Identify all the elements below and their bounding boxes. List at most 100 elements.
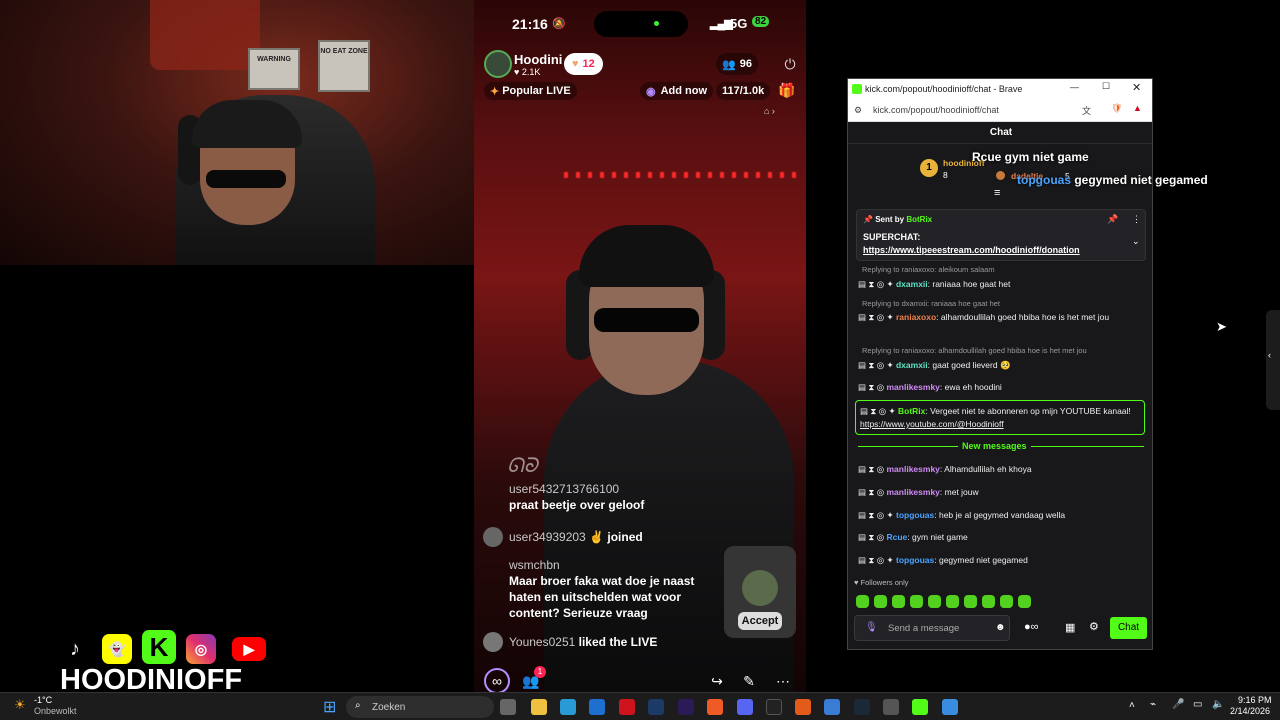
chat-username[interactable]: Rcue	[887, 532, 908, 542]
unpin-icon[interactable]: 📌	[1107, 214, 1118, 225]
store-icon[interactable]: ▦	[1065, 621, 1075, 634]
app-icon[interactable]	[795, 699, 811, 715]
chevron-up-icon[interactable]: ˄	[1129, 700, 1135, 711]
chat-username[interactable]: manlikesmky	[887, 464, 940, 474]
power-icon[interactable]: ⏻	[777, 51, 803, 77]
edit-icon[interactable]: ✎	[736, 668, 762, 692]
emote-icon[interactable]	[910, 595, 923, 608]
pinned-bot-name[interactable]: BotRix	[906, 215, 932, 224]
share-icon[interactable]: ↪	[704, 668, 730, 692]
link-icon[interactable]: ∞	[484, 668, 510, 692]
socials-banner: ♪ 👻 K ◎ ▶ HOODINIOFF	[58, 620, 278, 700]
rewards-icon[interactable]: ▲	[1133, 103, 1142, 113]
emote-icon[interactable]	[1018, 595, 1031, 608]
emote-icon[interactable]	[946, 595, 959, 608]
mic-icon[interactable]: 🎤	[1172, 699, 1184, 710]
clock-time[interactable]: 9:16 PM	[1238, 695, 1272, 705]
emote-icon[interactable]	[982, 595, 995, 608]
kicks-icon[interactable]: ●∞	[1024, 621, 1039, 633]
app-icon[interactable]	[824, 699, 840, 715]
chat-message: ▤ ⧗ ◎ ✦ dxamxii: raniaaa hoe gaat het	[858, 279, 1011, 289]
kick-icon[interactable]	[912, 699, 928, 715]
gift-icon[interactable]: 🎁	[778, 82, 795, 99]
emote-icon[interactable]	[1000, 595, 1013, 608]
follow-pill[interactable]: ♥ 12	[564, 53, 603, 75]
youtube-icon: ▶	[232, 637, 266, 661]
obs-icon[interactable]	[883, 699, 899, 715]
chat-link[interactable]: https://www.youtube.com/@Hoodinioff	[860, 419, 1004, 429]
capcut-icon[interactable]	[766, 699, 782, 715]
chat-username[interactable]: dxamxii	[896, 360, 928, 370]
add-now-pill[interactable]: ◉ Add now	[640, 82, 714, 100]
overlay-text: gegymed niet gegamed	[1074, 173, 1208, 187]
chat-username[interactable]: topgouas	[896, 510, 934, 520]
taskbar-search[interactable]: ⌕ Zoeken	[346, 696, 494, 718]
network-icon[interactable]: ⌁	[1150, 699, 1156, 710]
maximize-icon[interactable]: ☐	[1102, 81, 1110, 92]
pinned-more-icon[interactable]: ⋮	[1132, 214, 1141, 225]
more-icon[interactable]: ⋯	[770, 668, 796, 692]
accept-button[interactable]: Accept	[738, 612, 782, 630]
emote-icon[interactable]	[856, 595, 869, 608]
close-icon[interactable]: ✕	[1132, 81, 1141, 94]
host-name[interactable]: Hoodini	[514, 52, 562, 67]
display-icon[interactable]: ▭	[1193, 699, 1202, 710]
goal-pill[interactable]: 117/1.0k	[716, 82, 771, 100]
windows-start-icon[interactable]: ⊞	[323, 697, 336, 717]
expand-leaderboard-icon[interactable]: ≡	[994, 187, 1000, 199]
send-chat-button[interactable]: Chat	[1110, 617, 1147, 639]
task-view-icon[interactable]	[500, 699, 516, 715]
camera-dot	[654, 21, 659, 26]
steam-icon[interactable]	[854, 699, 870, 715]
popular-live-pill[interactable]: ✦ Popular LIVE	[484, 82, 577, 100]
pinned-link[interactable]: https://www.tipeeestream.com/hoodinioff/…	[863, 245, 1080, 255]
translate-icon[interactable]: 文	[1082, 104, 1091, 117]
kick-sub-icon[interactable]: 🎙	[865, 622, 878, 633]
photoshop-icon[interactable]	[648, 699, 664, 715]
emoji-icon[interactable]: ☻	[995, 622, 1006, 633]
mouse-cursor-icon: ➤	[1216, 319, 1227, 334]
emote-bar[interactable]	[856, 595, 1056, 609]
chevron-down-icon[interactable]: ⌄	[1132, 236, 1140, 247]
chevron-left-icon[interactable]: ‹	[1268, 350, 1271, 360]
host-avatar[interactable]	[484, 50, 512, 78]
heart-icon: ♥	[854, 578, 859, 587]
comment-user: Younes0251	[509, 635, 576, 649]
chat-username[interactable]: manlikesmky	[887, 487, 940, 497]
chat-input[interactable]: 🎙 Send a message ☻	[854, 615, 1010, 641]
volume-icon[interactable]: 🔈	[1212, 699, 1224, 710]
url-bar[interactable]: ⚙ kick.com/popout/hoodinioff/chat 文 🛡 ▲	[848, 100, 1152, 122]
mod-icons: ▤ ⧗ ◎ ✦	[858, 279, 896, 289]
chat-username[interactable]: manlikesmky	[887, 382, 940, 392]
minimize-icon[interactable]: —	[1070, 82, 1079, 92]
file-explorer-icon[interactable]	[531, 699, 547, 715]
chat-username[interactable]: dxamxii	[896, 279, 928, 289]
brave-icon[interactable]	[707, 699, 723, 715]
viewers-pill[interactable]: 👥 96	[716, 53, 758, 75]
host-likes-count: 2.1K	[521, 67, 541, 77]
site-settings-icon[interactable]: ⚙	[854, 105, 862, 116]
brave-shield-icon[interactable]: 🛡	[1111, 103, 1122, 114]
chat-username[interactable]: BotRix	[898, 406, 925, 416]
chat-header: Chat	[848, 122, 1152, 144]
emote-icon[interactable]	[928, 595, 941, 608]
weather-icon[interactable]: ☀	[14, 697, 26, 713]
home-icon[interactable]: ⌂ ›	[764, 106, 775, 116]
side-panel-handle[interactable]: ‹	[1266, 310, 1280, 410]
chat-username[interactable]: topgouas	[896, 555, 934, 565]
premiere-icon[interactable]	[678, 699, 694, 715]
emote-icon[interactable]	[874, 595, 887, 608]
chat-username[interactable]: raniaxoxo	[896, 312, 936, 322]
sparkle-icon: ◉	[646, 85, 656, 98]
acrobat-icon[interactable]	[619, 699, 635, 715]
clock-date[interactable]: 2/14/2026	[1230, 706, 1270, 716]
emote-icon[interactable]	[892, 595, 905, 608]
discord-icon[interactable]	[737, 699, 753, 715]
app-icon[interactable]	[942, 699, 958, 715]
chat-text: heb je al gegymed vandaag wella	[938, 510, 1066, 520]
settings-icon[interactable]: ⚙	[1089, 620, 1099, 633]
chat-text: raniaaa hoe gaat het	[932, 279, 1011, 289]
outlook-icon[interactable]	[589, 699, 605, 715]
store-icon[interactable]	[560, 699, 576, 715]
emote-icon[interactable]	[964, 595, 977, 608]
